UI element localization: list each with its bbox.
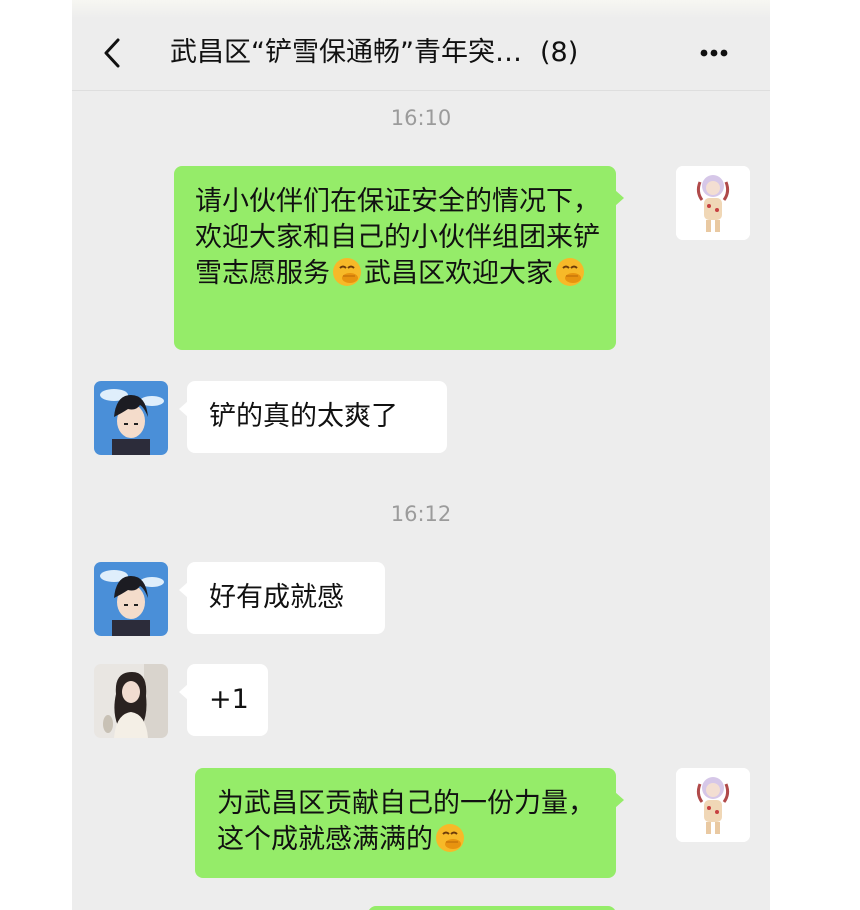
bubble-tail [615, 792, 624, 808]
sender-avatar[interactable] [94, 381, 168, 455]
status-bar-area [72, 0, 770, 18]
member-count: (8) [539, 37, 579, 68]
chat-title-row: 武昌区“铲雪保通畅”青年突… (8) [170, 34, 650, 72]
chevron-left-icon [104, 38, 120, 68]
face-with-hand-over-mouth-emoji [436, 824, 464, 852]
chat-window: 武昌区“铲雪保通畅”青年突… (8) 16:10 请小伙伴们在保证安全的情况下，欢… [72, 0, 770, 910]
face-with-hand-over-mouth-emoji [556, 258, 584, 286]
more-dots-icon [700, 49, 728, 57]
chat-title: 武昌区“铲雪保通畅”青年突… [170, 37, 522, 68]
right-margin [770, 0, 860, 910]
anime-boy-avatar-icon [94, 381, 168, 455]
doll-avatar-icon [676, 166, 750, 240]
girl-photo-avatar-icon [94, 664, 168, 738]
anime-boy-avatar-icon [94, 562, 168, 636]
sender-avatar[interactable] [94, 664, 168, 738]
sender-avatar[interactable] [94, 562, 168, 636]
chat-header: 武昌区“铲雪保通畅”青年突… (8) [72, 18, 770, 91]
timestamp: 16:12 [390, 502, 452, 526]
my-avatar[interactable] [676, 768, 750, 842]
next-message-bubble-partial [368, 906, 616, 910]
my-avatar[interactable] [676, 166, 750, 240]
message-text: 好有成就感 [209, 582, 344, 613]
message-text: +1 [209, 684, 249, 715]
bubble-tail [179, 401, 188, 417]
bubble-tail [179, 684, 188, 700]
left-margin [0, 0, 72, 910]
timestamp: 16:10 [390, 106, 452, 130]
bubble-tail [615, 190, 624, 206]
message-bubble[interactable]: +1 [179, 664, 268, 736]
my-message-bubble[interactable]: 请小伙伴们在保证安全的情况下，欢迎大家和自己的小伙伴组团来铲雪志愿服务 武昌区欢迎… [174, 166, 624, 350]
message-bubble[interactable]: 铲的真的太爽了 [179, 381, 447, 453]
more-button[interactable] [688, 35, 740, 71]
back-button[interactable] [98, 35, 128, 71]
my-message-bubble[interactable]: 为武昌区贡献自己的一份力量，这个成就感满满的 [195, 768, 624, 878]
face-with-hand-over-mouth-emoji [333, 258, 361, 286]
message-text: 为武昌区贡献自己的一份力量，这个成就感满满的 [217, 788, 595, 855]
bubble-tail [179, 582, 188, 598]
message-bubble[interactable]: 好有成就感 [179, 562, 385, 634]
doll-avatar-icon [676, 768, 750, 842]
message-text: 请小伙伴们在保证安全的情况下，欢迎大家和自己的小伙伴组团来铲雪志愿服务 武昌区欢迎… [195, 186, 600, 289]
message-text: 铲的真的太爽了 [209, 401, 398, 432]
